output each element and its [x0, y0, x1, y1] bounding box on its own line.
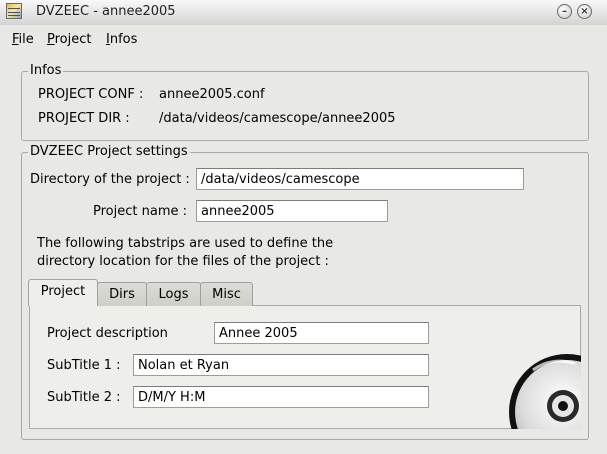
project-description-field[interactable]: Annee 2005: [214, 322, 429, 344]
menu-file[interactable]: File: [12, 32, 34, 47]
project-name-label: Project name :: [93, 204, 187, 219]
minimize-button[interactable]: –: [557, 4, 572, 19]
menu-project[interactable]: Project: [47, 32, 92, 47]
menu-infos[interactable]: Infos: [106, 32, 137, 47]
project-directory-field[interactable]: /data/videos/camescope: [196, 168, 524, 190]
project-conf-value: annee2005.conf: [159, 87, 265, 102]
tab-dirs[interactable]: Dirs: [97, 282, 147, 306]
infos-legend: Infos: [28, 63, 64, 78]
settings-legend: DVZEEC Project settings: [28, 144, 190, 159]
subtitle1-label: SubTitle 1 :: [47, 358, 121, 373]
app-icon: [6, 3, 22, 19]
tab-misc[interactable]: Misc: [200, 282, 253, 306]
subtitle2-label: SubTitle 2 :: [47, 390, 121, 405]
close-icon: ×: [580, 6, 589, 17]
help-text-line2: directory location for the files of the …: [37, 254, 329, 269]
tab-project[interactable]: Project: [28, 279, 98, 306]
title-bar[interactable]: DVZEEC - annee2005 – ×: [0, 0, 607, 26]
help-text-line1: The following tabstrips are used to defi…: [37, 236, 334, 251]
project-conf-label: PROJECT CONF :: [38, 87, 144, 102]
subtitle1-field[interactable]: Nolan et Ryan: [133, 354, 429, 376]
tab-logs[interactable]: Logs: [146, 282, 201, 306]
minimize-icon: –: [562, 6, 567, 17]
project-directory-label: Directory of the project :: [30, 172, 190, 187]
cd-disc-icon: [509, 354, 581, 429]
project-dir-value: /data/videos/camescope/annee2005: [159, 111, 396, 126]
close-button[interactable]: ×: [577, 4, 592, 19]
window-title: DVZEEC - annee2005: [36, 4, 176, 19]
menu-bar: File Project Infos: [0, 25, 607, 53]
subtitle2-field[interactable]: D/M/Y H:M: [133, 386, 429, 408]
project-dir-label: PROJECT DIR :: [38, 111, 130, 126]
infos-group: [21, 71, 589, 141]
project-description-label: Project description: [47, 326, 168, 341]
project-name-field[interactable]: annee2005: [196, 200, 388, 222]
